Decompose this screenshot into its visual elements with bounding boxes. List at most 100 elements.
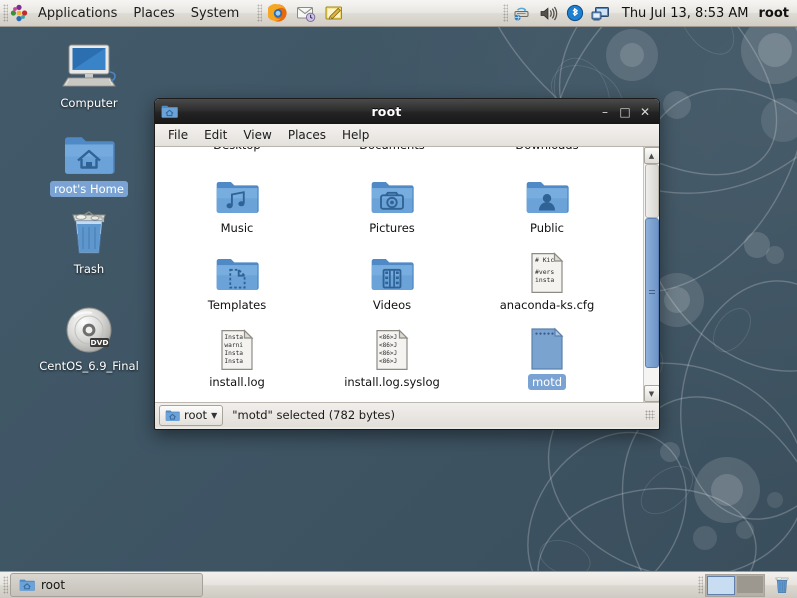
workspace-switcher[interactable] — [705, 573, 765, 597]
menu-bar: File Edit View Places Help — [155, 124, 659, 147]
menu-help[interactable]: Help — [334, 126, 377, 144]
menu-places[interactable]: Places — [126, 3, 181, 24]
vertical-scrollbar[interactable]: ▲ ▼ — [643, 147, 659, 402]
file-manager-window: root – □ ✕ File Edit View Places Help De… — [154, 98, 660, 430]
icon-grid: Desktop Documents Downloads — [155, 147, 643, 402]
file-label: Music — [220, 221, 254, 235]
svg-text:<86>J: <86>J — [379, 342, 397, 349]
panel-grip — [3, 4, 8, 22]
workspace-1[interactable] — [707, 575, 735, 595]
file-item-install-log-syslog[interactable]: <86>J <86>J <86>J <86>J install.log.sysl… — [332, 323, 452, 393]
file-item-music[interactable]: Music — [177, 169, 297, 239]
display-icon[interactable] — [590, 3, 612, 23]
file-item-templates[interactable]: Templates — [177, 246, 297, 316]
file-label: install.log.syslog — [344, 375, 440, 389]
close-button[interactable]: ✕ — [635, 103, 655, 121]
clipped-row-item[interactable]: Documents — [332, 147, 452, 156]
thumb-grip — [649, 290, 655, 296]
file-item-videos[interactable]: Videos — [332, 246, 452, 316]
menu-places[interactable]: Places — [280, 126, 334, 144]
desktop-icon-computer[interactable]: Computer — [37, 42, 141, 111]
trash-applet-icon[interactable] — [771, 574, 793, 596]
file-label: motd — [527, 374, 567, 390]
chevron-down-icon: ▼ — [211, 410, 218, 420]
public-folder-icon — [487, 169, 607, 217]
file-label: anaconda-ks.cfg — [499, 298, 595, 312]
clipped-row-item[interactable]: Desktop — [177, 147, 297, 156]
file-label: Videos — [372, 298, 412, 312]
taskbar-grip — [3, 576, 8, 594]
workspace-grip — [698, 576, 703, 594]
file-label: Public — [529, 221, 565, 235]
pictures-folder-icon — [332, 169, 452, 217]
status-bar: root ▼ "motd" selected (782 bytes) — [155, 402, 659, 427]
scrollbar-track[interactable] — [644, 164, 659, 385]
dvd-disc-icon: DVD — [26, 305, 152, 355]
text-file-icon: # Kic #vers insta — [487, 246, 607, 294]
svg-text:<86>J: <86>J — [379, 358, 397, 365]
volume-icon[interactable] — [538, 3, 560, 23]
svg-text:DVD: DVD — [91, 338, 109, 347]
taskbar-window-label: root — [41, 578, 66, 592]
menu-edit[interactable]: Edit — [196, 126, 235, 144]
svg-text:# Kic: # Kic — [535, 256, 554, 264]
bluetooth-icon[interactable] — [564, 3, 586, 23]
tray-grip — [502, 4, 508, 22]
desktop-icon-label: Trash — [73, 262, 105, 276]
desktop-icon-home[interactable]: root's Home — [37, 128, 141, 197]
file-item-install-log[interactable]: Insta warni Insta Insta install.log — [177, 323, 297, 393]
bottom-panel: root — [0, 571, 797, 598]
file-label: Documents — [355, 147, 429, 153]
top-panel: Applications Places System Thu Jul 13, 8… — [0, 0, 797, 27]
scrollbar-trough-upper[interactable] — [645, 164, 659, 218]
status-text: "motd" selected (782 bytes) — [232, 408, 395, 422]
evolution-mail-icon[interactable] — [293, 1, 319, 25]
desktop-icon-label: Computer — [60, 96, 118, 110]
svg-text:Insta: Insta — [224, 334, 243, 341]
templates-folder-icon — [177, 246, 297, 294]
home-folder-icon — [19, 578, 35, 592]
svg-text:insta: insta — [535, 276, 554, 284]
clock[interactable]: Thu Jul 13, 8:53 AM — [614, 4, 757, 23]
scroll-up-button[interactable]: ▲ — [643, 147, 659, 164]
path-button-root[interactable]: root ▼ — [159, 404, 224, 426]
window-home-icon — [161, 104, 178, 119]
home-folder-icon — [165, 409, 180, 422]
menu-view[interactable]: View — [235, 126, 279, 144]
file-item-anaconda-ks-cfg[interactable]: # Kic #vers insta anaconda-ks.cfg — [487, 246, 607, 316]
svg-text:<86>J: <86>J — [379, 350, 397, 357]
text-file-icon: Insta warni Insta Insta — [177, 323, 297, 371]
desktop-icon-label: root's Home — [50, 181, 128, 197]
clipped-row-item[interactable]: Downloads — [487, 147, 607, 156]
file-label: Downloads — [511, 147, 582, 153]
taskbar-window-root[interactable]: root — [10, 573, 203, 597]
firefox-icon[interactable] — [265, 1, 291, 25]
window-titlebar[interactable]: root – □ ✕ — [155, 99, 659, 124]
username-label[interactable]: root — [757, 4, 797, 23]
desktop-icon-trash[interactable]: Trash — [37, 208, 141, 277]
text-editor-icon[interactable] — [321, 1, 347, 25]
file-item-public[interactable]: Public — [487, 169, 607, 239]
file-label: Templates — [207, 298, 267, 312]
network-icon[interactable] — [512, 3, 534, 23]
svg-text:#vers: #vers — [535, 268, 554, 276]
desktop-icon-centos-dvd[interactable]: DVD CentOS_6.9_Final — [26, 305, 152, 374]
menu-system[interactable]: System — [184, 3, 246, 24]
menu-applications[interactable]: Applications — [31, 3, 124, 24]
path-button-label: root — [184, 408, 208, 422]
resize-grip[interactable] — [645, 410, 655, 420]
menu-file[interactable]: File — [160, 126, 196, 144]
minimize-button[interactable]: – — [595, 103, 615, 121]
file-item-pictures[interactable]: Pictures — [332, 169, 452, 239]
workspace-2[interactable] — [737, 575, 763, 593]
file-item-motd[interactable]: motd — [487, 323, 607, 393]
maximize-button[interactable]: □ — [615, 103, 635, 121]
videos-folder-icon — [332, 246, 452, 294]
scrollbar-thumb[interactable] — [645, 218, 659, 368]
scroll-down-button[interactable]: ▼ — [643, 385, 659, 402]
music-folder-icon — [177, 169, 297, 217]
file-label: install.log — [209, 375, 265, 389]
trash-icon — [37, 208, 141, 258]
svg-text:Insta: Insta — [224, 350, 243, 357]
svg-text:Insta: Insta — [224, 358, 243, 365]
